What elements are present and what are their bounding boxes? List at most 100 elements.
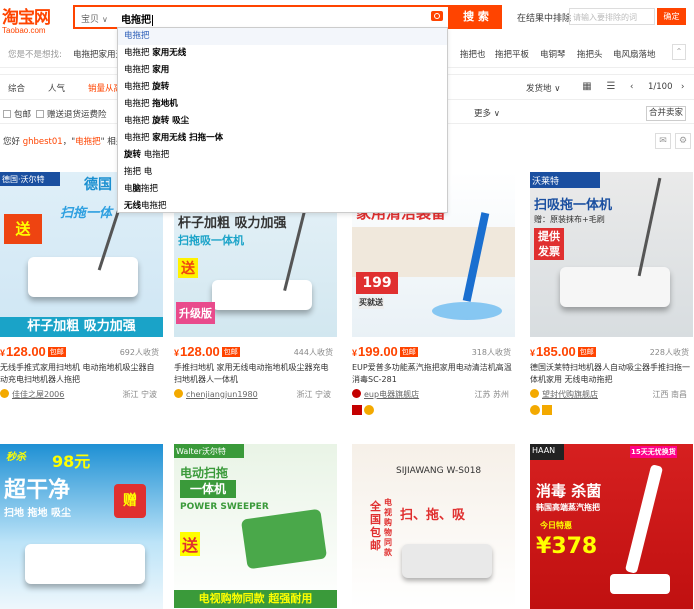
more-filters-button[interactable]: 更多 ∨ [474, 107, 500, 119]
gift-badge: 送 [4, 214, 42, 244]
product-card[interactable]: Walter沃尔特 电动扫拖 一体机 POWER SWEEPER 送 电视购物同… [174, 444, 337, 609]
dropdown-item[interactable]: 电拖把 家用 [118, 62, 447, 79]
dropdown-item[interactable]: 电拖把 拖地机 [118, 96, 447, 113]
gift-badge: 送 [178, 258, 198, 278]
image-text: 赠：原装抹布+毛刷 [534, 215, 605, 224]
product-card[interactable]: SIJIAWANG W-S018 扫、拖、吸 全国包邮 电视购物同款 [352, 444, 515, 609]
shop-link[interactable]: chenjiangjun1980 [174, 389, 258, 399]
product-title[interactable]: EUP爱普多功能蒸汽拖把家用电动清洁机高温消毒SC-281 [352, 362, 512, 386]
gift-badge: 赠 [114, 484, 146, 518]
image-text: 电视购物同款 超强耐用 [174, 590, 337, 608]
next-page-button[interactable]: › [681, 82, 684, 92]
price-tag: ¥378 [536, 534, 598, 559]
search-input[interactable]: 电拖把 [121, 11, 153, 26]
product-image[interactable]: Walter沃尔特 电动扫拖 一体机 POWER SWEEPER 送 电视购物同… [174, 444, 337, 609]
suggestion-item[interactable]: 电铜琴 [540, 48, 566, 60]
product-image[interactable]: 沃莱特 扫吸拖一体机 赠：原装抹布+毛刷 提供发票 [530, 172, 693, 337]
chevron-down-icon: ∨ [554, 84, 561, 94]
product-image[interactable]: 秒杀 98元 超干净 扫地 拖地 吸尘 赠 [0, 444, 163, 609]
image-text: 扫地 拖地 吸尘 [4, 508, 71, 519]
price-tag: 199 [356, 272, 398, 294]
dropdown-item[interactable]: 电拖把 家用无线 扫拖一体 [118, 130, 447, 147]
product-title[interactable]: 无线手推式家用扫地机 电动拖地机吸尘器自动充电扫地机器人拖把 [0, 362, 160, 386]
ship-from-select[interactable]: 发货地 ∨ [526, 82, 560, 94]
dropdown-item[interactable]: 电拖把 家用无线 [118, 45, 447, 62]
filter-return-insurance[interactable]: 赠送退货运费险 [36, 108, 107, 120]
grid-view-icon[interactable]: ▦ [578, 78, 596, 96]
product-price: ¥128.00 包邮 [174, 344, 240, 359]
dropdown-item[interactable]: 拖把 电 [118, 164, 447, 181]
page-indicator: 1/100 [648, 82, 673, 92]
product-illustration [560, 267, 670, 307]
location: 浙江 宁波 [122, 390, 157, 399]
dropdown-item[interactable]: 电拖把 旋转 [118, 79, 447, 96]
dropdown-item[interactable]: 电拖把 旋转 吸尘 [118, 113, 447, 130]
merge-sellers-button[interactable]: 合并卖家 [646, 106, 686, 121]
sort-default[interactable]: 综合 [8, 82, 25, 94]
product-title[interactable]: 手推扫地机 家用无线电动拖地机吸尘器充电扫地机器人一体机 [174, 362, 334, 386]
dropdown-item[interactable]: 电拖把 [118, 28, 447, 45]
shop-link[interactable]: 佳佳之屋2006 [0, 389, 64, 400]
product-illustration [212, 280, 312, 310]
settings-icon[interactable]: ⚙ [675, 133, 691, 149]
search-box[interactable]: 宝贝 ∨ 电拖把 [73, 5, 450, 29]
product-card[interactable]: HAAN 15天无忧换货 消毒 杀菌 韩国高端蒸汽拖把 今日特惠 ¥378 [530, 444, 693, 609]
free-shipping-badge: 包邮 [577, 347, 596, 357]
list-view-icon[interactable]: ☰ [602, 78, 620, 96]
suggestion-item[interactable]: 拖把平板 [495, 48, 529, 60]
username[interactable]: ghbest01 [23, 137, 63, 147]
service-icons [530, 405, 554, 418]
dropdown-item[interactable]: 电脑拖把 [118, 181, 447, 198]
image-text: 韩国高端蒸汽拖把 [536, 503, 600, 512]
prev-page-button[interactable]: ‹ [630, 82, 633, 92]
chevron-down-icon: ∨ [102, 15, 108, 24]
product-card[interactable]: 秒杀 98元 超干净 扫地 拖地 吸尘 赠 [0, 444, 163, 609]
product-image[interactable]: SIJIAWANG W-S018 扫、拖、吸 全国包邮 电视购物同款 [352, 444, 515, 609]
image-text: 98元 [52, 452, 91, 471]
product-image[interactable]: HAAN 15天无忧换货 消毒 杀菌 韩国高端蒸汽拖把 今日特惠 ¥378 [530, 444, 693, 609]
shop-icon [174, 389, 183, 398]
search-scope-select[interactable]: 宝贝 ∨ [81, 12, 108, 25]
dropdown-item[interactable]: 无线电拖把 [118, 198, 447, 215]
taobao-logo[interactable]: 淘宝网 Taobao.com [2, 3, 66, 35]
sort-popularity[interactable]: 人气 [48, 82, 65, 94]
product-illustration [240, 508, 328, 570]
camera-icon[interactable] [431, 11, 443, 21]
image-text: 今日特惠 [540, 521, 572, 530]
shop-link[interactable]: eup电器旗舰店 [352, 389, 419, 400]
suggestion-label: 您是不是想找: [8, 50, 62, 60]
suggestion-item[interactable]: 电风扇落地 [613, 48, 656, 60]
product-price: ¥185.00 包邮 [530, 344, 596, 359]
filter-free-shipping[interactable]: 包邮 [3, 108, 31, 120]
brand-label: Walter沃尔特 [174, 444, 244, 458]
checkbox-icon[interactable] [36, 110, 44, 118]
image-text: 杆子加粗 吸力加强 [0, 317, 163, 337]
image-text: 买就送 [358, 296, 384, 309]
free-shipping-badge: 包邮 [221, 347, 240, 357]
image-text: 德国 [84, 177, 112, 193]
service-icons [352, 405, 376, 418]
shop-link[interactable]: 望封代购旗舰店 [530, 389, 598, 400]
product-card[interactable]: 沃莱特 扫吸拖一体机 赠：原装抹布+毛刷 提供发票 ¥185.00 包邮 228人… [530, 172, 693, 415]
chevron-up-icon[interactable]: ⌃ [672, 44, 686, 60]
image-text: 15天无忧换货 [630, 446, 677, 458]
image-text: 升级版 [176, 302, 215, 324]
exclude-confirm-button[interactable]: 确定 [657, 8, 686, 25]
product-illustration [624, 464, 664, 574]
suggestion-item[interactable]: 拖把头 [577, 48, 603, 60]
feedback-icon[interactable]: ✉ [655, 133, 671, 149]
search-button[interactable]: 搜 索 [450, 5, 502, 29]
image-text: 扫、拖、吸 [400, 508, 466, 523]
dropdown-item[interactable]: 旋转 电拖把 [118, 147, 447, 164]
checkbox-icon[interactable] [3, 110, 11, 118]
product-title[interactable]: 德国沃莱特扫地机器人自动吸尘器手推扫拖一体机家用 无线电动拖把 [530, 362, 690, 386]
location: 江西 南昌 [652, 390, 687, 399]
image-text: 电视购物同款 [384, 498, 392, 557]
sales-count: 228人收货 [649, 348, 689, 357]
exclude-input[interactable]: 请输入要排除的词 [569, 8, 655, 25]
suggestion-item[interactable]: 拖把也 [460, 48, 486, 60]
image-text: 扫拖一体 [60, 206, 113, 221]
image-text: 电动扫拖 [180, 466, 229, 480]
location: 浙江 宁波 [296, 390, 331, 399]
logo-text: 淘宝网 [2, 8, 51, 28]
